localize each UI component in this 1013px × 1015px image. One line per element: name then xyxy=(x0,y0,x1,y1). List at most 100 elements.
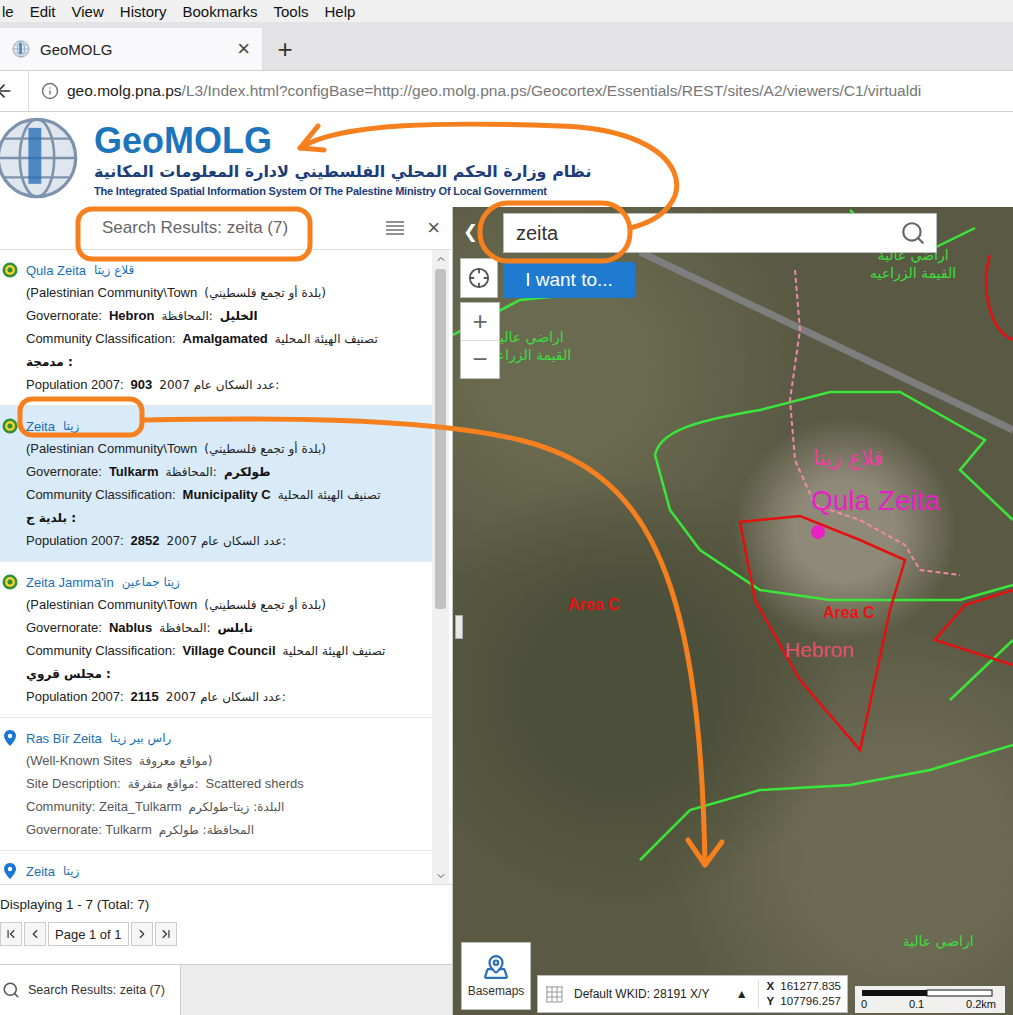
coordinates-panel: Default WKID: 28191 X/Y ▲ X161277.835Y1077… xyxy=(537,975,848,1013)
coordinates: X161277.835Y107796.257 xyxy=(758,979,841,1009)
search-value: zeita xyxy=(516,222,900,245)
panel-close-button[interactable]: × xyxy=(427,217,440,239)
english-subtitle: The Integrated Spatial Information Syste… xyxy=(94,183,591,199)
coords-toggle[interactable]: ▲ xyxy=(736,987,748,1001)
scale-label: 0.1 xyxy=(909,998,924,1010)
result-item[interactable]: Zeitaزيتا xyxy=(0,851,432,884)
result-line: Governorate:Nablusالمحافظة:نابلس xyxy=(0,616,424,639)
tab-title: GeoMOLG xyxy=(40,41,227,58)
map-label: Hebron xyxy=(785,637,854,663)
bottom-tab[interactable]: Search Results: zeita (7) xyxy=(0,965,181,1015)
logo xyxy=(0,115,80,205)
result-line: (Palestinian Community\Town(بلدة أو تجمع… xyxy=(0,593,424,616)
result-line: (Palestinian Community\Town(بلدة أو تجمع… xyxy=(0,437,424,460)
scale-label: 0 xyxy=(861,998,867,1010)
place-marker[interactable] xyxy=(811,525,825,539)
map-arrow-icon xyxy=(145,419,722,865)
result-line: Community: Zeita_Tulkarmالبلدة: زيتا-طول… xyxy=(0,795,424,818)
map[interactable]: اراضي عالية القيمة الزراعيهاراضي عالية ا… xyxy=(453,207,1013,1015)
pin-icon xyxy=(2,729,18,747)
next-page-icon xyxy=(135,927,149,941)
result-line: Community Classification:Village Council… xyxy=(0,639,424,662)
result-line: Population 2007:903عدد السكان عام 2007: xyxy=(0,373,424,396)
scroll-track xyxy=(432,267,449,867)
scrollbar[interactable] xyxy=(432,250,449,884)
result-title[interactable]: Zeitaزيتا xyxy=(0,415,424,437)
prev-page-button[interactable] xyxy=(24,922,46,946)
chevron-down-icon xyxy=(435,870,447,882)
results-panel: Search Results: zeita (7)×Qula Zeitaقلاع… xyxy=(0,207,453,1015)
map-search-field[interactable]: zeita xyxy=(503,213,937,253)
back-button[interactable] xyxy=(0,71,29,111)
search-icon[interactable] xyxy=(900,220,926,246)
next-page-button[interactable] xyxy=(131,922,153,946)
tab-close-button[interactable]: × xyxy=(237,38,250,60)
map-label: قلاع زيتا xyxy=(813,445,884,471)
zoom-controls: +− xyxy=(460,302,500,379)
zeita-circle-icon xyxy=(20,399,142,435)
result-item[interactable]: Zeita Jamma'inزيتا جماعين(Palestinian Co… xyxy=(0,562,432,718)
result-line: Community Classification:Municipality Cت… xyxy=(0,483,424,506)
wkid-label: Default WKID: 28191 X/Y xyxy=(574,987,726,1001)
url-bar: geo.molg.pna.ps/L3/Index.html?configBase… xyxy=(0,70,1013,112)
menu-item[interactable]: Help xyxy=(325,3,356,20)
info-icon[interactable] xyxy=(41,82,59,100)
last-page-button[interactable] xyxy=(155,922,177,946)
panel-splitter[interactable] xyxy=(455,615,463,639)
zoom-out-button[interactable]: − xyxy=(461,340,499,378)
result-title[interactable]: Zeitaزيتا xyxy=(0,860,424,882)
first-page-icon xyxy=(4,927,18,941)
community-icon xyxy=(2,574,18,590)
menu-item[interactable]: Edit xyxy=(30,3,56,20)
menu-item[interactable]: le xyxy=(2,3,14,20)
map-layers xyxy=(453,207,1013,1015)
pin-icon xyxy=(2,862,18,880)
result-line: Community Classification:Amalgamatedتصني… xyxy=(0,327,424,350)
brand-title: GeoMOLG xyxy=(94,121,591,161)
result-line: بلدية ج : xyxy=(0,506,424,529)
menu-bar: le Edit View History Bookmarks Tools Help xyxy=(0,0,1013,22)
locate-button[interactable] xyxy=(460,258,498,298)
header-text: GeoMOLGنظام وزارة الحكم المحلي الفلسطيني… xyxy=(94,121,591,199)
list-options-icon[interactable] xyxy=(385,220,405,236)
scale-bar: 00.10.2km xyxy=(855,986,1005,1013)
search-results-icon xyxy=(2,981,20,999)
url-field[interactable]: geo.molg.pna.ps/L3/Index.html?configBase… xyxy=(67,82,1013,100)
panel-footer: Displaying 1 - 7 (Total: 7)Page 1 of 1 xyxy=(0,884,452,964)
browser-tab[interactable]: GeoMOLG × xyxy=(0,28,262,70)
result-title[interactable]: Ras Bīr Zeitaراس بير زيتا xyxy=(0,727,424,749)
menu-item[interactable]: History xyxy=(120,3,167,20)
locate-icon xyxy=(468,267,490,289)
basemaps-button[interactable]: Basemaps xyxy=(461,942,531,1010)
menu-item[interactable]: Tools xyxy=(274,3,309,20)
result-line: مجلس قروي : xyxy=(0,662,424,685)
result-title[interactable]: Zeita Jamma'inزيتا جماعين xyxy=(0,571,424,593)
collapse-button[interactable]: ❮ xyxy=(463,221,478,243)
result-item[interactable]: Qula Zeitaقلاع زيتا(Palestinian Communit… xyxy=(0,250,432,406)
menu-item[interactable]: Bookmarks xyxy=(182,3,257,20)
bottom-tabs: Search Results: zeita (7) xyxy=(0,964,452,1015)
back-arrow-icon xyxy=(0,81,14,101)
first-page-button[interactable] xyxy=(0,922,22,946)
scroll-down-button[interactable] xyxy=(432,867,449,884)
panel-title: Search Results: zeita (7) xyxy=(102,218,363,238)
menu-item[interactable]: View xyxy=(72,3,104,20)
result-line: (Palestinian Community\Town(بلدة أو تجمع… xyxy=(0,281,424,304)
map-label: Area C xyxy=(823,603,875,623)
search-box-circle-icon xyxy=(480,203,630,261)
map-label: Qula Zeita xyxy=(811,483,940,518)
browser-window: le Edit View History Bookmarks Tools Help GeoMO… xyxy=(0,0,1013,1015)
i-want-to-button[interactable]: I want to... xyxy=(503,262,635,298)
header-arrow-icon xyxy=(300,124,677,228)
community-icon xyxy=(2,262,18,278)
prev-page-icon xyxy=(28,927,42,941)
result-item[interactable]: Zeitaزيتا(Palestinian Community\Town(بلد… xyxy=(0,406,432,562)
result-item[interactable]: Ras Bīr Zeitaراس بير زيتا(Well-Known Sit… xyxy=(0,718,432,851)
scroll-thumb[interactable] xyxy=(435,269,446,609)
map-label: Area C xyxy=(568,595,620,615)
new-tab-button[interactable]: + xyxy=(262,28,308,70)
zoom-in-button[interactable]: + xyxy=(461,303,499,340)
scroll-up-button[interactable] xyxy=(432,250,449,267)
result-title[interactable]: Qula Zeitaقلاع زيتا xyxy=(0,259,424,281)
result-line: Governorate:Tulkarmالمحافظة:طولكرم xyxy=(0,460,424,483)
